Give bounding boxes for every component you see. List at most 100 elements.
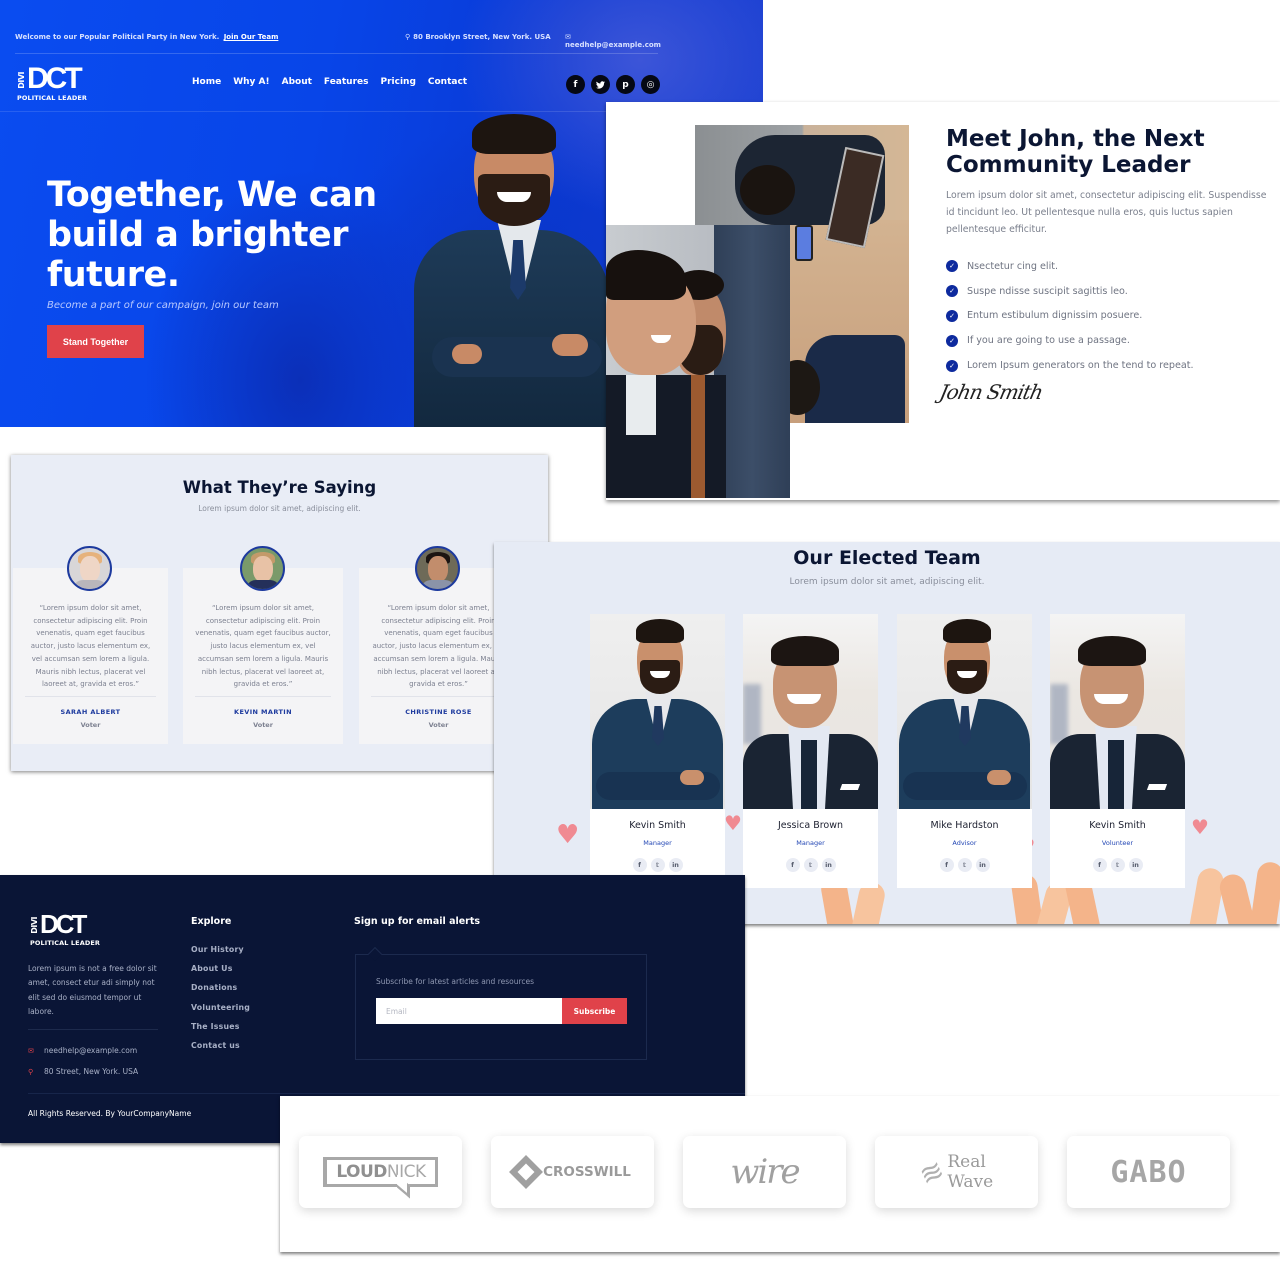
hero-subtitle: Become a part of our campaign, join our … [47,300,279,311]
join-team-link[interactable]: Join Our Team [224,33,279,41]
member-name: Kevin Smith [1089,820,1146,831]
footer-link-donations[interactable]: Donations [191,983,250,1002]
testimonial-quote: “Lorem ipsum dolor sit amet, consectetur… [195,604,331,689]
twitter-icon[interactable]: 𝕥 [1110,858,1125,872]
subscribe-button[interactable]: Subscribe [562,998,627,1024]
checklist-item: ✓ Nsectetur cing elit. [946,254,1194,279]
footer-logo[interactable]: DIVI DCT POLITICAL LEADER [30,909,100,949]
wave-icon: ≋ [913,1152,950,1192]
check-circle-icon: ✓ [946,334,958,347]
footer-link-the-issues[interactable]: The Issues [191,1022,250,1041]
feature-checklist: ✓ Nsectetur cing elit. ✓ Suspe ndisse susc… [946,254,1194,378]
footer-about: Lorem ipsum is not a free dolor sit amet… [28,964,157,1016]
meet-candidate-section: Meet John, the Next Community Leader Lor… [606,102,1280,500]
facebook-icon[interactable]: f [632,858,647,872]
newsletter-form: Subscribe for latest articles and resour… [355,946,647,1060]
check-circle-icon: ✓ [946,359,958,372]
hero-title: Together, We can build a brighter future… [47,175,377,295]
member-name: Mike Hardston [930,820,999,831]
member-name: Kevin Smith [629,820,686,831]
pinterest-icon[interactable]: p [616,75,635,94]
check-circle-icon: ✓ [946,309,958,322]
copyright-text: All Rights Reserved. By YourCompanyName [28,1109,192,1118]
partner-logo-gabo[interactable]: GABO [1067,1136,1230,1208]
topbar-email[interactable]: ✉needhelp@example.com [565,33,661,49]
linkedin-icon[interactable]: in [668,858,683,872]
team-section: ♥ ♥ ♥ ♥ Our Elected Team Lorem ipsum dol… [494,542,1280,924]
footer-email[interactable]: ✉ needhelp@example.com [28,1046,137,1055]
checklist-item: ✓ Lorem Ipsum generators on the tend to r… [946,353,1194,378]
testimonial-card: “Lorem ipsum dolor sit amet, consectetur… [13,546,168,744]
heart-icon: ♥ [1191,815,1209,839]
twitter-icon[interactable]: 𝕥 [957,858,972,872]
avatar [415,546,460,591]
checklist-item: ✓ Entum estibulum dignissim posuere. [946,304,1194,329]
smiling-men-photo [606,225,790,498]
nav-about[interactable]: About [282,77,312,87]
team-subtitle: Lorem ipsum dolor sit amet, adipiscing e… [789,577,985,587]
team-member-card: Mike Hardston Advisor f 𝕥 in [897,614,1032,888]
email-input[interactable] [376,998,562,1024]
partner-logo-wire[interactable]: wire [683,1136,846,1208]
main-nav: Home Why A! About Features Pricing Conta… [192,77,467,87]
avatar [67,546,112,591]
twitter-icon[interactable]: 𝕥 [650,858,665,872]
footer-link-volunteering[interactable]: Volunteering [191,1003,250,1022]
member-photo [1050,614,1185,809]
member-photo [743,614,878,809]
facebook-icon[interactable]: f [1092,858,1107,872]
twitter-icon[interactable] [591,75,610,94]
site-logo[interactable]: DIVI DCT POLITICAL LEADER [17,64,97,104]
crosswill-mark-icon [509,1155,544,1189]
facebook-icon[interactable]: f [939,858,954,872]
footer-link-about-us[interactable]: About Us [191,964,250,983]
member-name: Jessica Brown [777,820,844,831]
signature: John Smith [937,380,1045,404]
instagram-icon[interactable]: ◎ [641,75,660,94]
member-role: Manager [796,839,825,847]
check-circle-icon: ✓ [946,260,958,273]
linkedin-icon[interactable]: in [975,858,990,872]
explore-links: Our History About Us Donations Volunteer… [191,945,250,1060]
nav-contact[interactable]: Contact [428,77,467,87]
testimonials-subtitle: Lorem ipsum dolor sit amet, adipiscing e… [198,504,361,513]
nav-pricing[interactable]: Pricing [381,77,416,87]
check-circle-icon: ✓ [946,285,958,298]
heart-icon: ♥ [724,811,742,835]
testimonial-quote: “Lorem ipsum dolor sit amet, consectetur… [372,604,505,689]
linkedin-icon[interactable]: in [1128,858,1143,872]
testimonial-name: KEVIN MARTIN [234,708,292,716]
newsletter-description: Subscribe for latest articles and resour… [376,977,535,986]
partner-logo-realwave[interactable]: ≋ Real Wave [875,1136,1038,1208]
team-member-card: Kevin Smith Manager f 𝕥 in [590,614,725,888]
social-links: f p ◎ [566,75,660,94]
explore-title: Explore [191,916,232,927]
envelope-icon: ✉ [565,33,571,41]
topbar-address: ⚲ 80 Brooklyn Street, New York. USA [405,33,551,41]
partner-logo-loudnick[interactable]: LOUDNICK [299,1136,462,1208]
partner-logo-crosswill[interactable]: CROSSWILL [491,1136,654,1208]
stand-together-button[interactable]: Stand Together [47,325,144,358]
facebook-icon[interactable]: f [785,858,800,872]
team-title: Our Elected Team [793,547,981,569]
twitter-icon[interactable]: 𝕥 [803,858,818,872]
facebook-icon[interactable]: f [566,75,585,94]
footer-link-contact-us[interactable]: Contact us [191,1041,250,1060]
hero-candidate-photo [412,112,612,427]
checklist-item: ✓ If you are going to use a passage. [946,328,1194,353]
testimonial-name: SARAH ALBERT [60,708,121,716]
nav-home[interactable]: Home [192,77,221,87]
member-role: Manager [643,839,672,847]
partner-logos-section: LOUDNICK CROSSWILL wire ≋ Real Wave GABO [280,1096,1280,1252]
linkedin-icon[interactable]: in [821,858,836,872]
hero-topbar: Welcome to our Popular Political Party i… [15,32,661,54]
heart-icon: ♥ [556,820,580,850]
nav-why[interactable]: Why A! [233,77,269,87]
nav-features[interactable]: Features [324,77,369,87]
testimonials-section: What They’re Saying Lorem ipsum dolor si… [11,455,548,771]
footer-link-our-history[interactable]: Our History [191,945,250,964]
meet-title: Meet John, the Next Community Leader [946,126,1205,178]
avatar [240,546,285,591]
envelope-icon: ✉ [28,1046,34,1055]
team-member-card: Jessica Brown Manager f 𝕥 in [743,614,878,888]
